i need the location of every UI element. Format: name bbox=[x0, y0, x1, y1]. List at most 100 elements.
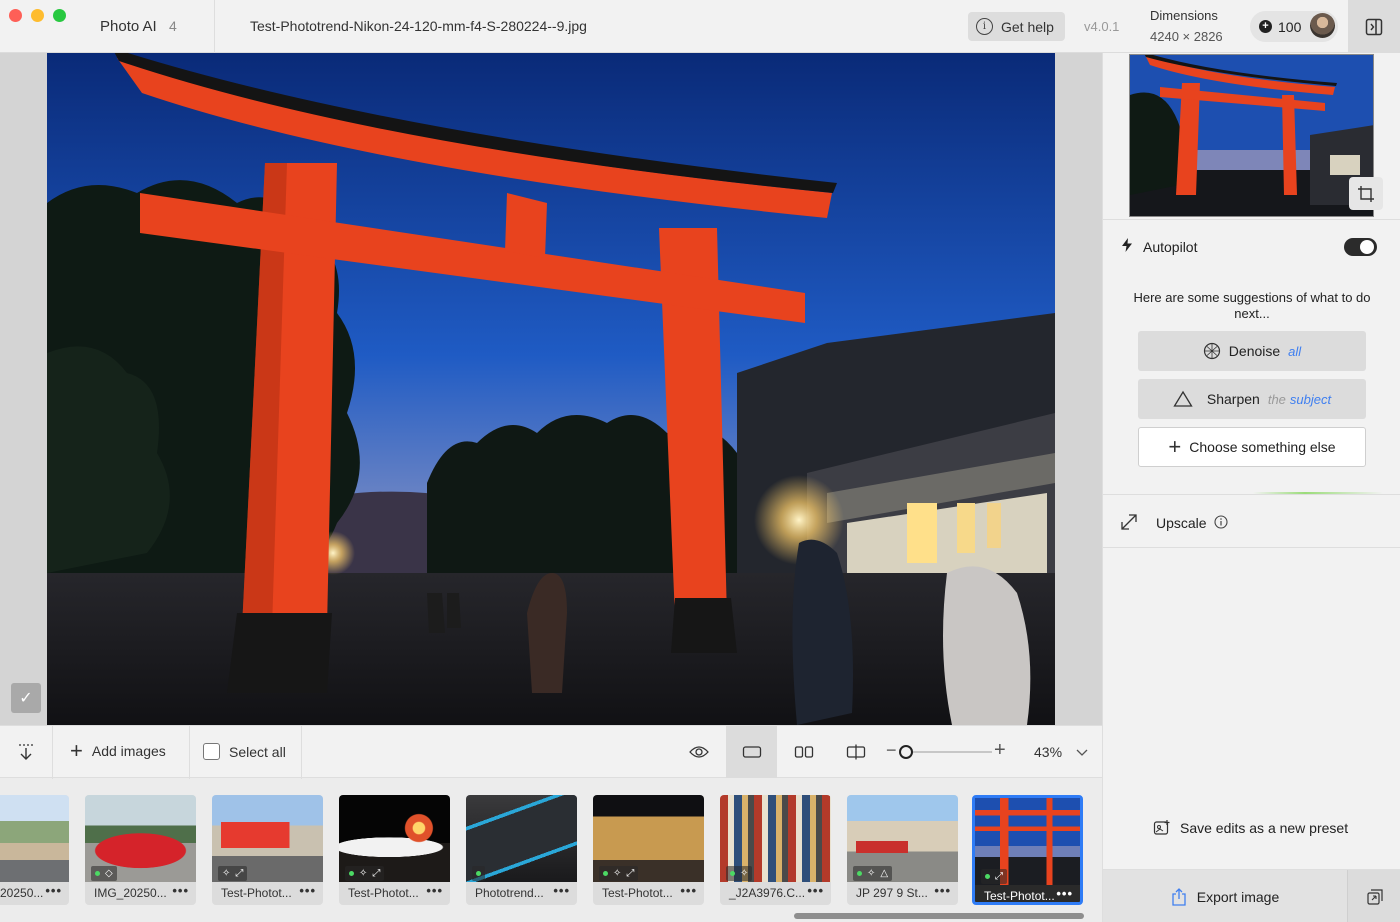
toolbar-divider bbox=[301, 726, 302, 779]
get-help-button[interactable]: i Get help bbox=[968, 12, 1065, 41]
filmstrip-scrollbar[interactable] bbox=[794, 913, 1084, 919]
sparkle-icon: ✧ bbox=[740, 867, 749, 879]
side-by-side-view-button[interactable] bbox=[794, 743, 814, 761]
filmstrip-thumb[interactable]: ✧ △ JP 297 9 St... ••• bbox=[847, 795, 958, 905]
zoom-menu-button[interactable] bbox=[1076, 744, 1088, 762]
filmstrip-thumb[interactable]: ✧ ⤢ Test-Photot... ••• bbox=[593, 795, 704, 905]
export-options-button[interactable] bbox=[1347, 870, 1400, 922]
sparkle-icon: ✧ bbox=[359, 867, 368, 879]
thumb-badges: ⤢ bbox=[981, 869, 1007, 884]
add-images-button[interactable]: + Add images bbox=[70, 738, 166, 763]
thumb-badges: ✧ △ bbox=[853, 866, 893, 881]
toggle-panel-button[interactable] bbox=[1348, 0, 1400, 53]
thumb-more-button[interactable]: ••• bbox=[680, 883, 697, 898]
thumb-more-button[interactable]: ••• bbox=[934, 883, 951, 898]
autopilot-toggle[interactable] bbox=[1344, 238, 1377, 256]
filmstrip-thumb[interactable]: 20250... ••• bbox=[0, 795, 69, 905]
close-window-button[interactable] bbox=[9, 9, 22, 22]
single-view-button[interactable] bbox=[726, 726, 777, 778]
sharpen-suggestion-button[interactable]: Sharpen the subject bbox=[1138, 379, 1366, 419]
arrow-down-icon bbox=[19, 744, 33, 760]
split-view-button[interactable] bbox=[846, 743, 866, 761]
thumb-more-button[interactable]: ••• bbox=[45, 883, 62, 898]
thumb-label: IMG_20250... bbox=[94, 886, 167, 900]
upscale-row[interactable]: Upscale bbox=[1103, 494, 1400, 548]
autopilot-row: Autopilot bbox=[1103, 219, 1400, 271]
select-all-checkbox[interactable]: Select all bbox=[203, 743, 286, 760]
choose-something-else-button[interactable]: + Choose something else bbox=[1138, 427, 1366, 467]
crop-button[interactable] bbox=[1349, 177, 1383, 210]
save-preset-label: Save edits as a new preset bbox=[1180, 820, 1349, 836]
thumb-more-button[interactable]: ••• bbox=[807, 883, 824, 898]
collapse-filmstrip-button[interactable] bbox=[16, 743, 36, 761]
right-panel: Autopilot Here are some suggestions of w… bbox=[1102, 53, 1400, 922]
autopilot-label: Autopilot bbox=[1143, 239, 1198, 255]
export-bar: Export image bbox=[1103, 869, 1400, 922]
avatar[interactable] bbox=[1310, 13, 1335, 38]
zoom-slider-track[interactable] bbox=[900, 751, 992, 753]
titlebar-divider bbox=[214, 0, 215, 53]
thumb-more-button[interactable]: ••• bbox=[1056, 886, 1073, 901]
thumb-more-button[interactable]: ••• bbox=[553, 883, 570, 898]
filmstrip[interactable]: 20250... ••• ◇ IMG_20250... ••• ✧ ⤢ Test-… bbox=[0, 779, 1102, 922]
filmstrip-thumb[interactable]: Phototrend... ••• bbox=[466, 795, 577, 905]
checkbox-icon[interactable] bbox=[203, 743, 220, 760]
preview-image bbox=[1130, 55, 1373, 216]
sharpen-triangle-icon bbox=[1173, 390, 1193, 407]
denoise-icon bbox=[1203, 342, 1220, 360]
zoom-slider-thumb[interactable] bbox=[898, 745, 913, 759]
zoom-in-button[interactable]: + bbox=[994, 739, 1006, 762]
minimize-window-button[interactable] bbox=[31, 9, 44, 22]
thumb-label: Test-Photot... bbox=[602, 886, 673, 900]
save-preset-button[interactable]: Save edits as a new preset bbox=[1153, 819, 1348, 837]
dimensions-value: 4240 × 2826 bbox=[1150, 29, 1223, 44]
plus-icon: + bbox=[70, 738, 83, 763]
get-help-label: Get help bbox=[1001, 18, 1054, 35]
filmstrip-thumb[interactable]: ✧ ⤢ Test-Photot... ••• bbox=[339, 795, 450, 905]
add-images-label: Add images bbox=[91, 743, 166, 759]
preview-thumbnail[interactable] bbox=[1129, 54, 1374, 217]
suggestion-text: Here are some suggestions of what to do … bbox=[1133, 290, 1371, 321]
select-all-label: Select all bbox=[229, 743, 286, 760]
dimensions-label: Dimensions bbox=[1150, 8, 1218, 23]
thumb-badges: ✧ ⤢ bbox=[599, 866, 639, 881]
thumb-badges: ◇ bbox=[91, 866, 117, 881]
preview-original-button[interactable] bbox=[689, 743, 709, 761]
sharpen-icon: △ bbox=[880, 867, 889, 879]
denoise-suggestion-button[interactable]: Denoise all bbox=[1138, 331, 1366, 371]
zoom-window-button[interactable] bbox=[53, 9, 66, 22]
filmstrip-thumb[interactable]: ✧ ⤢ Test-Photot... ••• bbox=[212, 795, 323, 905]
split-view-icon bbox=[846, 744, 866, 760]
upscale-icon: ⤢ bbox=[235, 867, 244, 879]
choose-else-label: Choose something else bbox=[1189, 439, 1336, 455]
thumb-label: Test-Photot... bbox=[348, 886, 419, 900]
thumb-label: Phototrend... bbox=[475, 886, 544, 900]
thumb-more-button[interactable]: ••• bbox=[299, 883, 316, 898]
version-label: v4.0.1 bbox=[1084, 19, 1120, 34]
toolbar-divider bbox=[189, 726, 190, 779]
sparkle-icon: ✧ bbox=[613, 867, 622, 879]
status-dot-icon bbox=[985, 874, 990, 879]
single-view-icon bbox=[742, 746, 761, 758]
zoom-out-button[interactable]: − bbox=[886, 740, 897, 761]
info-icon[interactable] bbox=[1214, 515, 1228, 529]
filmstrip-thumb-selected[interactable]: ⤢ Test-Photot... ••• bbox=[972, 795, 1083, 905]
status-dot-icon bbox=[730, 871, 735, 876]
sharpen-label: Sharpen bbox=[1206, 391, 1260, 407]
thumb-more-button[interactable]: ••• bbox=[172, 883, 189, 898]
bottom-toolbar: + Add images Select all − + 43% bbox=[0, 725, 1102, 779]
eraser-icon: ◇ bbox=[105, 867, 113, 879]
filmstrip-thumb[interactable]: ✧ _J2A3976.C... ••• bbox=[720, 795, 831, 905]
filmstrip-thumb[interactable]: ◇ IMG_20250... ••• bbox=[85, 795, 196, 905]
thumb-more-button[interactable]: ••• bbox=[426, 883, 443, 898]
image-canvas[interactable]: ✓ bbox=[0, 53, 1102, 725]
thumb-badges bbox=[472, 866, 485, 881]
upscale-icon: ⤢ bbox=[372, 867, 381, 879]
apply-check-button[interactable]: ✓ bbox=[11, 683, 41, 713]
export-image-button[interactable]: Export image bbox=[1103, 870, 1347, 922]
main-photo[interactable] bbox=[47, 53, 1055, 725]
denoise-hint: all bbox=[1288, 343, 1302, 359]
checkmark-icon: ✓ bbox=[19, 690, 33, 707]
thumb-badges: ✧ ⤢ bbox=[345, 866, 385, 881]
app-name: Photo AI bbox=[100, 18, 157, 35]
